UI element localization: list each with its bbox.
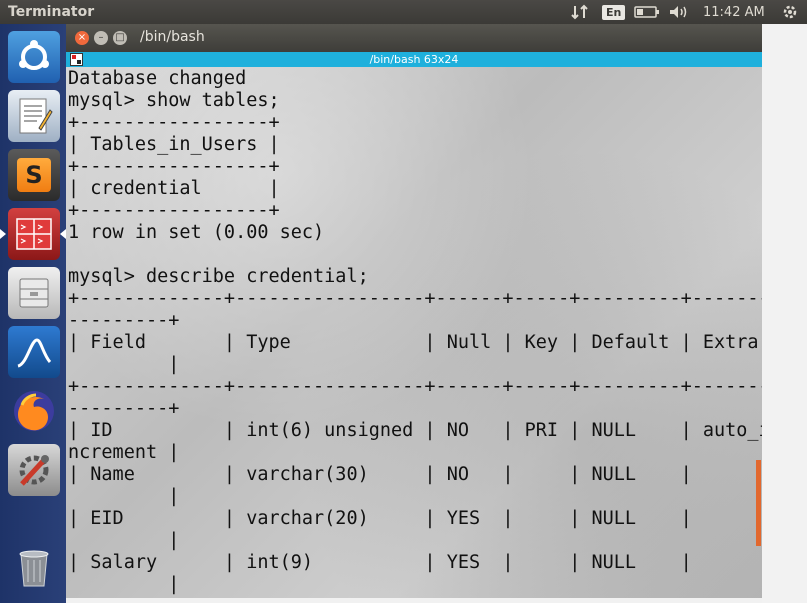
- terminator-icon: [16, 218, 52, 250]
- terminal-line: +-------------+-----------------+------+…: [68, 288, 762, 309]
- terminal-line: +-----------------+: [68, 156, 280, 177]
- terminal-line: +-----------------+: [68, 200, 280, 221]
- sublime-text-button[interactable]: S: [8, 149, 60, 201]
- language-badge: En: [602, 4, 626, 20]
- session-gear-icon[interactable]: [782, 0, 798, 24]
- firefox-button[interactable]: [8, 385, 60, 437]
- terminal-line: | ID | int(6) unsigned | NO | PRI | NULL…: [68, 420, 762, 441]
- ubuntu-dash-button[interactable]: [8, 31, 60, 83]
- text-editor-button[interactable]: [8, 90, 60, 142]
- terminal-output[interactable]: Database changed mysql> show tables; +--…: [66, 67, 762, 598]
- terminal-line: ncrement |: [68, 442, 180, 463]
- terminal-line: mysql> show tables;: [68, 90, 280, 111]
- terminal-line: | EID | varchar(20) | YES | | NULL |: [68, 508, 762, 529]
- terminal-line: | Salary | int(9) | YES | | NULL |: [68, 552, 762, 573]
- terminal-line: Database changed: [68, 68, 247, 89]
- terminator-button[interactable]: [8, 208, 60, 260]
- terminal-line: | credential |: [68, 178, 280, 199]
- window-title: /bin/bash: [140, 29, 205, 45]
- window-titlebar[interactable]: × – □ /bin/bash: [66, 24, 762, 52]
- terminal-line: | Tables_in_Users |: [68, 134, 280, 155]
- terminal-line: | Name | varchar(30) | NO | | NULL |: [68, 464, 762, 485]
- file-cabinet-icon: [19, 278, 49, 308]
- ubuntu-logo-icon: [19, 40, 49, 70]
- battery-icon[interactable]: [634, 0, 660, 24]
- terminal-line: +-------------+-----------------+------+…: [68, 376, 762, 397]
- terminal-tab-bar[interactable]: /bin/bash 63x24: [66, 52, 762, 67]
- terminal-line: | Field | Type | Null | Key | Default | …: [68, 332, 762, 353]
- terminal-line: ---------+: [68, 310, 180, 331]
- firefox-icon: [14, 391, 54, 431]
- settings-tools-icon: [19, 455, 49, 486]
- system-settings-button[interactable]: [8, 444, 60, 496]
- terminal-window: × – □ /bin/bash /bin/bash 63x24 Database…: [66, 24, 762, 598]
- minimize-button[interactable]: –: [94, 31, 108, 45]
- terminal-line: +-----------------+: [68, 112, 280, 133]
- close-button[interactable]: ×: [75, 31, 89, 45]
- terminal-line: ---------+: [68, 398, 180, 419]
- terminal-scrollbar[interactable]: [756, 460, 761, 546]
- sublime-icon: S: [17, 158, 51, 192]
- terminal-line: |: [68, 354, 180, 375]
- active-indicator-left: [0, 229, 6, 239]
- trash-icon: [19, 550, 49, 587]
- wireshark-fin-icon: [17, 338, 52, 368]
- terminal-line: mysql> describe credential;: [68, 266, 369, 287]
- desktop-background: [762, 24, 807, 603]
- tab-title: /bin/bash 63x24: [369, 53, 459, 66]
- terminal-line: |: [68, 486, 180, 507]
- clock[interactable]: 11:42 AM: [703, 0, 765, 24]
- top-panel: Terminator En 11:42 AM: [0, 0, 807, 24]
- volume-icon[interactable]: [668, 0, 690, 24]
- file-manager-button[interactable]: [8, 267, 60, 319]
- terminal-line: |: [68, 530, 180, 551]
- maximize-button[interactable]: □: [113, 31, 127, 45]
- terminal-line: |: [68, 574, 180, 595]
- trash-button[interactable]: [8, 542, 60, 594]
- network-arrows-icon[interactable]: [570, 0, 590, 24]
- app-title: Terminator: [8, 4, 95, 20]
- language-indicator[interactable]: En: [602, 0, 626, 24]
- wireshark-button[interactable]: [8, 326, 60, 378]
- terminal-line: 1 row in set (0.00 sec): [68, 222, 325, 243]
- text-editor-icon: [19, 98, 53, 134]
- launcher: S: [0, 24, 66, 603]
